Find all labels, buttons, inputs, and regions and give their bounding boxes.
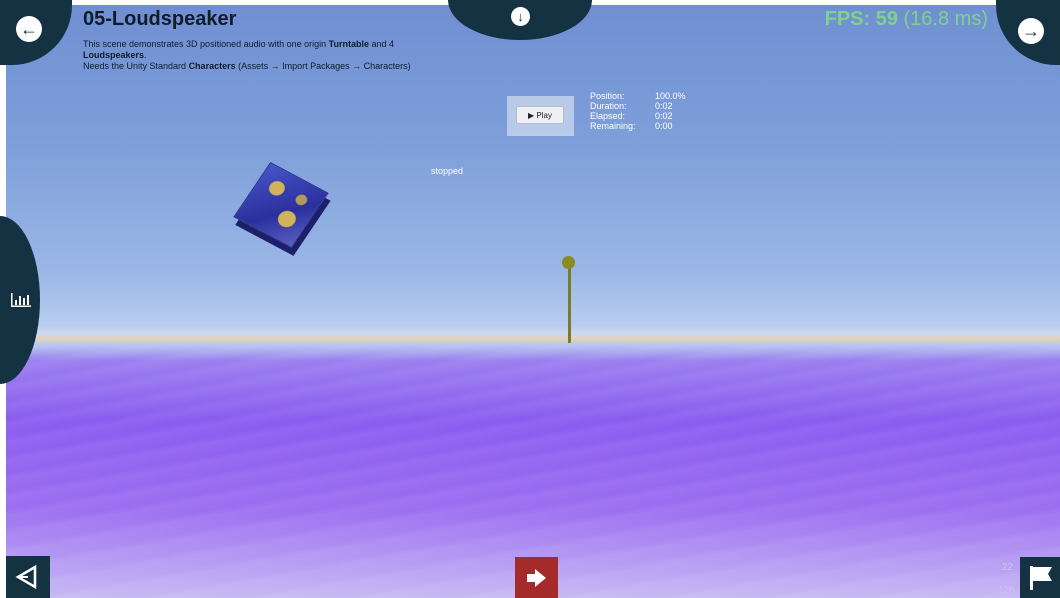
flag-button[interactable]: [1020, 557, 1060, 598]
stat-row: Elapsed: 0:02: [590, 111, 686, 121]
desc-text: This scene demonstrates 3D positioned au…: [83, 39, 329, 49]
loudspeaker-head: [562, 256, 575, 269]
unity-button[interactable]: [6, 556, 50, 598]
stat-row: Duration: 0:02: [590, 101, 686, 111]
player-status: stopped: [431, 166, 464, 176]
stat-value: 100.0%: [655, 91, 686, 101]
audio-stats: Position: 100.0% Duration: 0:02 Elapsed: 0:…: [590, 91, 686, 131]
stat-value: 0:00: [655, 121, 673, 131]
stat-value: 0:02: [655, 111, 673, 121]
stat-label: Duration:: [590, 101, 627, 111]
stat-value: 0:02: [655, 101, 673, 111]
arrow-right-circle-icon: →: [1018, 18, 1044, 44]
corner-number-bottom: 126: [998, 585, 1015, 596]
loudspeaker-pole: [568, 263, 571, 343]
bar-chart-icon: [11, 293, 31, 307]
arrow-down-circle-icon: ↓: [511, 7, 530, 26]
desc-text: .: [144, 50, 147, 60]
exit-arrow-icon: [527, 569, 546, 587]
desc-bold: Turntable: [328, 39, 369, 49]
arrow-left-circle-icon: ←: [16, 16, 42, 42]
scene-title: 05-Loudspeaker: [83, 8, 237, 30]
fps-ms: (16.8 ms): [897, 8, 988, 30]
stat-label: Remaining:: [590, 121, 636, 131]
desc-text: and 4: [369, 39, 395, 49]
stat-label: Position:: [590, 91, 625, 101]
corner-number-top: 22: [1002, 562, 1014, 573]
stat-row: Position: 100.0%: [590, 91, 686, 101]
fps-value: FPS: 59: [824, 8, 898, 30]
turntable-cube: [233, 161, 329, 249]
unity-logo-icon: [15, 564, 37, 590]
desc-text: (Assets → Import Packages → Characters): [235, 61, 411, 71]
desc-bold: Characters: [188, 61, 236, 71]
stat-row: Remaining: 0:00: [590, 121, 686, 131]
game-scene: ▶ Play Position: 100.0% Duration: 0:02 Ela…: [6, 5, 1060, 598]
scene-description: This scene demonstrates 3D positioned au…: [83, 39, 503, 72]
desc-bold: Loudspeakers: [83, 50, 145, 60]
flag-icon: [1030, 566, 1052, 590]
desc-text: Needs the Unity Standard: [83, 61, 189, 71]
stat-label: Elapsed:: [590, 111, 626, 121]
fps-counter: FPS: 59 (16.8 ms): [825, 8, 988, 31]
player-panel: ▶ Play: [507, 96, 574, 136]
play-button[interactable]: ▶ Play: [516, 106, 564, 124]
exit-button[interactable]: [515, 557, 558, 598]
